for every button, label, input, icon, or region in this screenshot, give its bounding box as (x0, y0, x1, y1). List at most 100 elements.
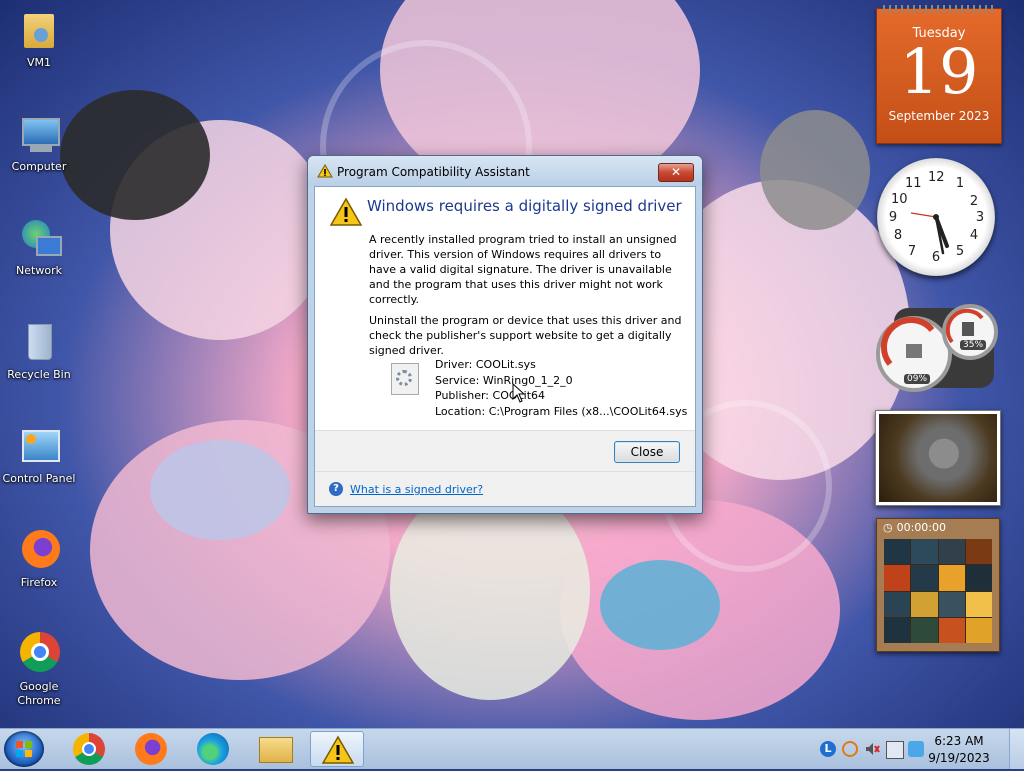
close-button[interactable]: Close (614, 441, 680, 463)
cpu-usage-value: 09% (904, 374, 931, 384)
calendar-gadget[interactable]: Tuesday 19 September 2023 (876, 5, 1002, 144)
show-desktop-button[interactable] (1009, 729, 1024, 769)
puzzle-tile[interactable] (884, 617, 911, 643)
firefox-icon (135, 733, 167, 765)
language-icon[interactable]: L (820, 741, 836, 757)
driver-location: Location: C:\Program Files (x8...\COOLit… (435, 404, 688, 418)
cpu-meter-gadget[interactable]: 09% 35% (874, 302, 1000, 402)
memory-usage-value: 35% (960, 340, 987, 350)
puzzle-tile[interactable] (884, 565, 911, 591)
puzzle-tile[interactable] (884, 539, 911, 565)
puzzle-tile[interactable] (911, 617, 938, 643)
edge-icon (197, 733, 229, 765)
driver-file-icon (391, 363, 419, 395)
desktop-icon-label: VM1 (26, 56, 51, 69)
desktop-icon-vm1[interactable]: VM1 (0, 8, 78, 70)
driver-details: Driver: COOLit.sys Service: WinRing0_1_2… (435, 357, 687, 419)
system-tray: L 6:23 AM 9/19/2023 (794, 729, 1024, 769)
puzzle-tile[interactable] (938, 591, 965, 617)
puzzle-tile[interactable] (911, 539, 938, 565)
puzzle-tile[interactable] (938, 565, 965, 591)
puzzle-header: ◷ 00:00:00 (877, 519, 999, 536)
driver-name: Driver: COOLit.sys (435, 358, 536, 371)
picture-puzzle-gadget[interactable]: ◷ 00:00:00 (876, 518, 1000, 652)
desktop-icon-label: Control Panel (2, 472, 76, 485)
koala-photo (879, 414, 997, 502)
desktop-icon-label: Firefox (20, 576, 58, 589)
signed-driver-help-link[interactable]: What is a signed driver? (350, 483, 483, 496)
search-icon[interactable] (842, 741, 858, 757)
puzzle-tile[interactable] (965, 539, 992, 565)
puzzle-timer: 00:00:00 (896, 521, 947, 534)
warning-icon (317, 164, 333, 178)
warning-icon (329, 197, 363, 226)
dialog-paragraph: A recently installed program tried to in… (369, 233, 677, 306)
clock-gadget[interactable]: 12 1 2 3 4 5 6 7 8 9 10 11 (877, 158, 995, 276)
recycle-bin-icon (16, 320, 62, 366)
chrome-icon (16, 632, 62, 678)
puzzle-tile[interactable] (965, 565, 992, 591)
desktop-icon-google-chrome[interactable]: Google Chrome (0, 632, 78, 708)
driver-publisher: Publisher: COOLit64 (435, 389, 545, 402)
puzzle-tile[interactable] (911, 565, 938, 591)
desktop-icon-control-panel[interactable]: Control Panel (0, 424, 78, 486)
close-icon[interactable]: ✕ (658, 163, 694, 182)
dialog-paragraph: Uninstall the program or device that use… (369, 314, 682, 357)
calendar-day: 19 (899, 35, 979, 108)
driver-service: Service: WinRing0_1_2_0 (435, 373, 573, 387)
puzzle-tile[interactable] (911, 591, 938, 617)
dialog-title: Program Compatibility Assistant (337, 165, 530, 179)
puzzle-tile[interactable] (965, 591, 992, 617)
file-explorer-icon (259, 737, 293, 763)
clock-hands (910, 212, 949, 255)
cpu-meter-dials (876, 304, 998, 392)
mouse-cursor-icon (512, 383, 526, 403)
network-icon (16, 216, 62, 262)
network-status-icon[interactable] (886, 741, 904, 759)
puzzle-tile[interactable] (938, 539, 965, 565)
taskbar-file-explorer[interactable] (248, 731, 302, 767)
desktop-icon-label: Recycle Bin (7, 368, 71, 381)
taskbar-edge[interactable] (186, 731, 240, 767)
desktop-icon-recycle-bin[interactable]: Recycle Bin (0, 320, 78, 382)
taskbar-compatibility-assistant[interactable] (310, 731, 364, 767)
program-compatibility-dialog: Program Compatibility Assistant ✕ Window… (307, 155, 703, 514)
desktop-icon-computer[interactable]: Computer (0, 112, 78, 174)
taskbar-chrome[interactable] (62, 731, 116, 767)
chrome-icon-center (82, 742, 96, 756)
help-icon: ? (329, 482, 343, 496)
taskbar-clock-date[interactable]: 9/19/2023 (924, 751, 994, 765)
notification-icon[interactable] (908, 741, 924, 757)
timer-icon: ◷ (883, 521, 893, 534)
puzzle-tile[interactable] (884, 591, 911, 617)
volume-muted-icon[interactable] (864, 741, 880, 757)
button-area: Close (315, 430, 695, 471)
taskbar-clock-time[interactable]: 6:23 AM (924, 734, 994, 748)
control-panel-icon (16, 424, 62, 470)
dialog-footer: ? What is a signed driver? (315, 471, 695, 506)
computer-icon (16, 112, 62, 158)
dialog-content: Windows requires a digitally signed driv… (314, 186, 696, 507)
warning-icon (321, 735, 355, 764)
wallpaper-shape (60, 90, 210, 220)
gear-icon (396, 370, 412, 386)
desktop-icon-network[interactable]: Network (0, 216, 78, 278)
dialog-body: A recently installed program tried to in… (369, 232, 687, 364)
user-folder-icon (16, 8, 62, 54)
wallpaper-shape (760, 110, 870, 230)
firefox-icon (16, 528, 62, 574)
desktop-icon-firefox[interactable]: Firefox (0, 528, 78, 590)
dialog-titlebar[interactable]: Program Compatibility Assistant ✕ (308, 156, 702, 186)
slideshow-gadget[interactable] (875, 410, 1001, 506)
puzzle-tile[interactable] (965, 617, 992, 643)
taskbar-firefox[interactable] (124, 731, 178, 767)
puzzle-tile[interactable] (938, 617, 965, 643)
start-button[interactable] (4, 731, 44, 767)
wallpaper-shape (150, 440, 290, 540)
dialog-headline: Windows requires a digitally signed driv… (367, 197, 682, 215)
calendar-month-year: September 2023 (888, 109, 990, 123)
desktop-icon-label: Google Chrome (17, 680, 61, 707)
windows-logo-icon (16, 741, 32, 757)
wallpaper-shape (600, 560, 720, 650)
calendar-binding (883, 5, 995, 13)
